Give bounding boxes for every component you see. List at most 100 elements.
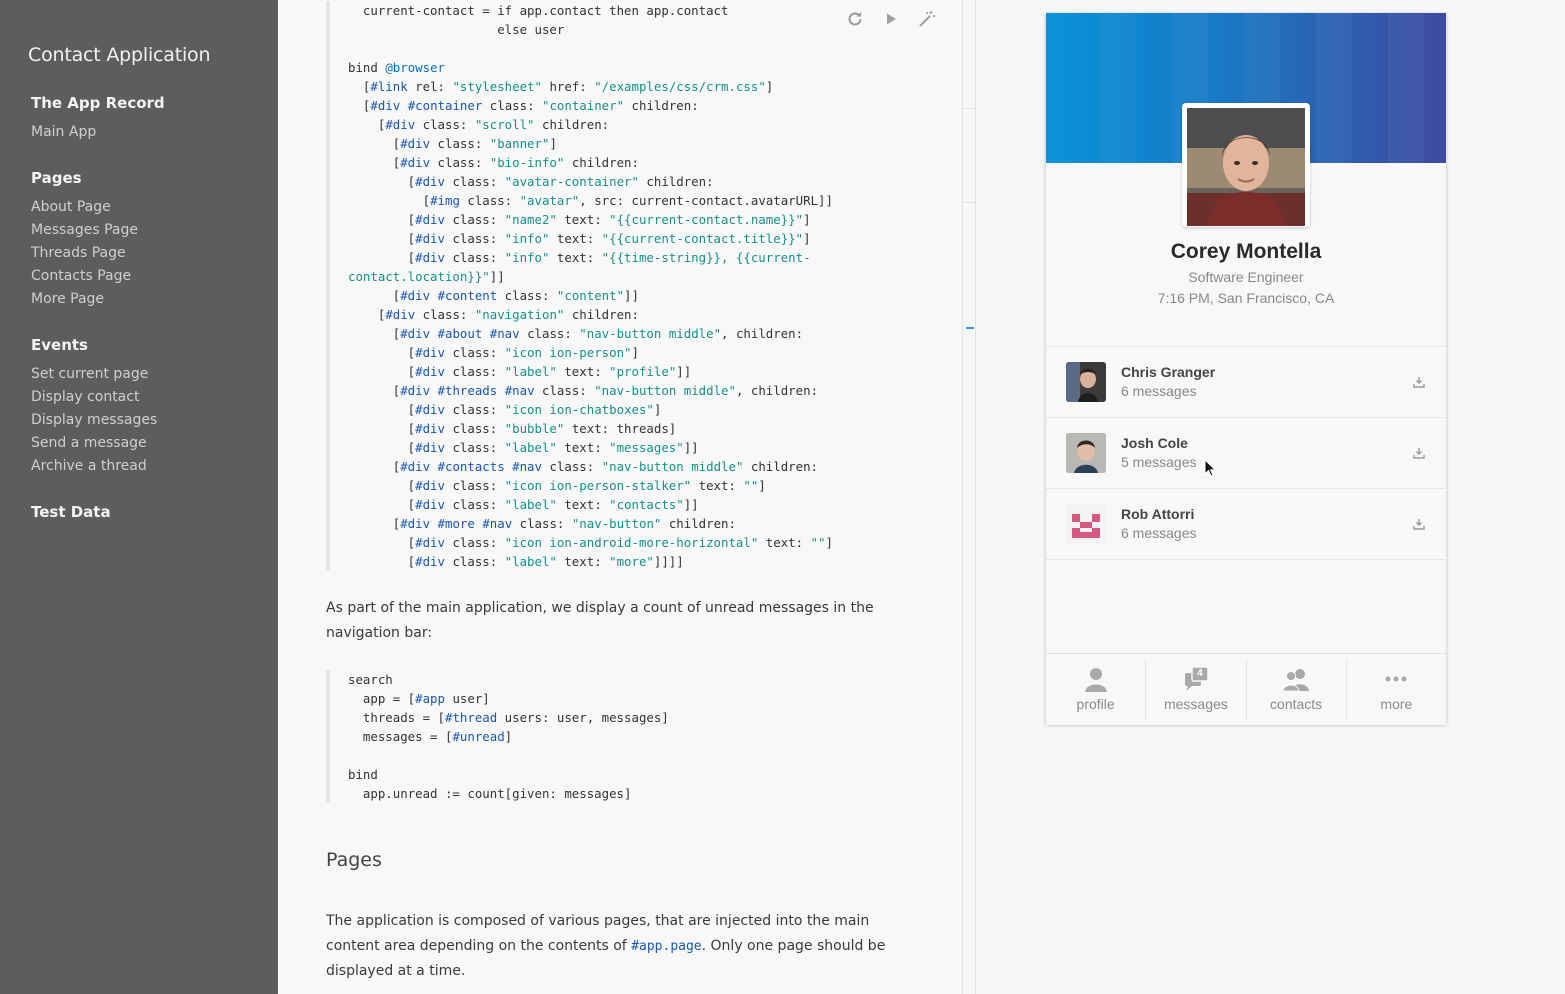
code-token: "avatar" xyxy=(519,193,580,208)
code-token: ]]]] xyxy=(653,554,684,569)
code-token: text: xyxy=(549,250,602,265)
code-line: [#link rel: "stylesheet" href: "/example… xyxy=(348,77,948,96)
sidebar-item-archive-thread[interactable]: Archive a thread xyxy=(31,455,157,478)
sidebar-item-display-messages[interactable]: Display messages xyxy=(31,409,157,432)
sidebar-section-title[interactable]: The App Record xyxy=(31,94,165,112)
code-token: class: xyxy=(430,155,490,170)
code-token: "icon ion-person" xyxy=(504,345,632,360)
magic-wand-icon[interactable] xyxy=(916,8,938,30)
code-token: #nav xyxy=(512,459,542,474)
code-token: #div xyxy=(415,345,445,360)
archive-icon[interactable] xyxy=(1412,446,1426,460)
code-token: "icon ion-person-stalker" xyxy=(504,478,692,493)
sidebar-item-more-page[interactable]: More Page xyxy=(31,288,138,311)
code-token: [ xyxy=(348,554,416,569)
code-block-unread[interactable]: search app = [#app user] threads = [#thr… xyxy=(326,670,748,803)
nav-button-more[interactable]: more xyxy=(1347,659,1446,720)
code-token: "icon ion-chatboxes" xyxy=(504,402,654,417)
code-token: class: xyxy=(444,535,505,550)
code-line: [#div class: "icon ion-android-more-hori… xyxy=(348,533,948,552)
code-token: user] xyxy=(444,691,490,706)
code-token: children: xyxy=(534,117,610,132)
code-token: class: xyxy=(430,136,490,151)
code-token: class: xyxy=(444,402,505,417)
unread-badge: 4 xyxy=(1197,668,1203,679)
nav-button-messages[interactable]: 4 messages xyxy=(1146,659,1247,720)
code-token: threads = [ xyxy=(348,710,445,725)
code-token: text: xyxy=(556,554,610,569)
code-token: children: xyxy=(638,174,714,189)
code-token: class: xyxy=(444,345,505,360)
code-token: [ xyxy=(348,326,401,341)
sidebar-item-display-contact[interactable]: Display contact xyxy=(31,386,157,409)
code-token: class: xyxy=(415,117,475,132)
sidebar-section-title[interactable]: Test Data xyxy=(31,503,111,521)
play-icon[interactable] xyxy=(880,8,902,30)
code-token: text: xyxy=(556,364,610,379)
code-token: #div xyxy=(415,421,445,436)
code-token: ] xyxy=(803,231,811,246)
sidebar-item-threads-page[interactable]: Threads Page xyxy=(31,242,138,265)
sidebar-item-set-current-page[interactable]: Set current page xyxy=(31,363,157,386)
code-token: class: xyxy=(444,497,505,512)
code-line: [#div class: "avatar-container" children… xyxy=(348,172,948,191)
scroll-thumb[interactable] xyxy=(966,327,974,329)
code-line: [#div #content class: "content"]] xyxy=(348,286,948,305)
contact-message-count: 6 messages xyxy=(1121,525,1197,541)
code-token: #div xyxy=(415,174,445,189)
list-item[interactable]: Josh Cole 5 messages xyxy=(1046,417,1446,488)
code-token: class: xyxy=(415,307,475,322)
scroll-marker xyxy=(963,202,976,203)
archive-icon[interactable] xyxy=(1412,517,1426,531)
nav-button-profile[interactable]: profile xyxy=(1046,659,1147,720)
code-block-ui[interactable]: current-contact = if app.contact then ap… xyxy=(326,1,948,571)
sidebar-item-main-app[interactable]: Main App xyxy=(31,121,165,144)
sidebar-item-contacts-page[interactable]: Contacts Page xyxy=(31,265,138,288)
code-token: "profile" xyxy=(609,364,677,379)
list-item[interactable]: Chris Granger 6 messages xyxy=(1046,346,1446,417)
code-token: , children: xyxy=(735,383,819,398)
code-line: [#img class: "avatar", src: current-cont… xyxy=(348,191,948,210)
code-line: [#div class: "info" text: "{{current-con… xyxy=(348,229,948,248)
nav-label: contacts xyxy=(1270,696,1323,712)
sidebar-section-title[interactable]: Pages xyxy=(31,169,138,187)
code-token: #div xyxy=(415,478,445,493)
sidebar-section-title[interactable]: Events xyxy=(31,336,157,354)
reload-icon[interactable] xyxy=(844,8,866,30)
code-token: #div xyxy=(400,155,431,170)
code-token: ] xyxy=(504,729,513,744)
code-line: threads = [#thread users: user, messages… xyxy=(348,708,748,727)
code-line: messages = [#unread] xyxy=(348,727,748,746)
code-token: app.unread := count[given: messages] xyxy=(348,786,632,801)
code-token: "label" xyxy=(504,364,557,379)
sidebar-item-about-page[interactable]: About Page xyxy=(31,196,138,219)
sidebar-item-send-message[interactable]: Send a message xyxy=(31,432,157,455)
archive-icon[interactable] xyxy=(1412,375,1426,389)
code-token: href: xyxy=(542,79,595,94)
code-token: ]] xyxy=(489,269,505,284)
code-token: #div xyxy=(415,497,445,512)
code-reference-app-page[interactable]: #app.page xyxy=(631,939,701,954)
nav-button-contacts[interactable]: contacts xyxy=(1247,659,1347,720)
editor-scrollbar[interactable] xyxy=(962,0,976,994)
code-line: [#div class: "label" text: "more"]]]] xyxy=(348,552,948,571)
code-line: [#div #about #nav class: "nav-button mid… xyxy=(348,324,948,343)
list-item[interactable]: Rob Attorri 6 messages xyxy=(1046,488,1446,560)
code-token: #div xyxy=(415,440,445,455)
code-token: [ xyxy=(348,288,401,303)
code-token: #nav xyxy=(504,383,535,398)
code-token: ]] xyxy=(676,364,692,379)
code-token: [ xyxy=(348,402,416,417)
code-token: class: xyxy=(541,459,602,474)
code-token: , src: current-contact.avatarURL]] xyxy=(579,193,833,208)
code-token: #div xyxy=(370,98,401,113)
nav-label: profile xyxy=(1076,696,1115,712)
code-token: text: xyxy=(549,231,602,246)
code-line: [#div class: "bio-info" children: xyxy=(348,153,948,172)
code-token: class: xyxy=(444,421,505,436)
code-token: "info" xyxy=(504,250,550,265)
sidebar-item-messages-page[interactable]: Messages Page xyxy=(31,219,138,242)
